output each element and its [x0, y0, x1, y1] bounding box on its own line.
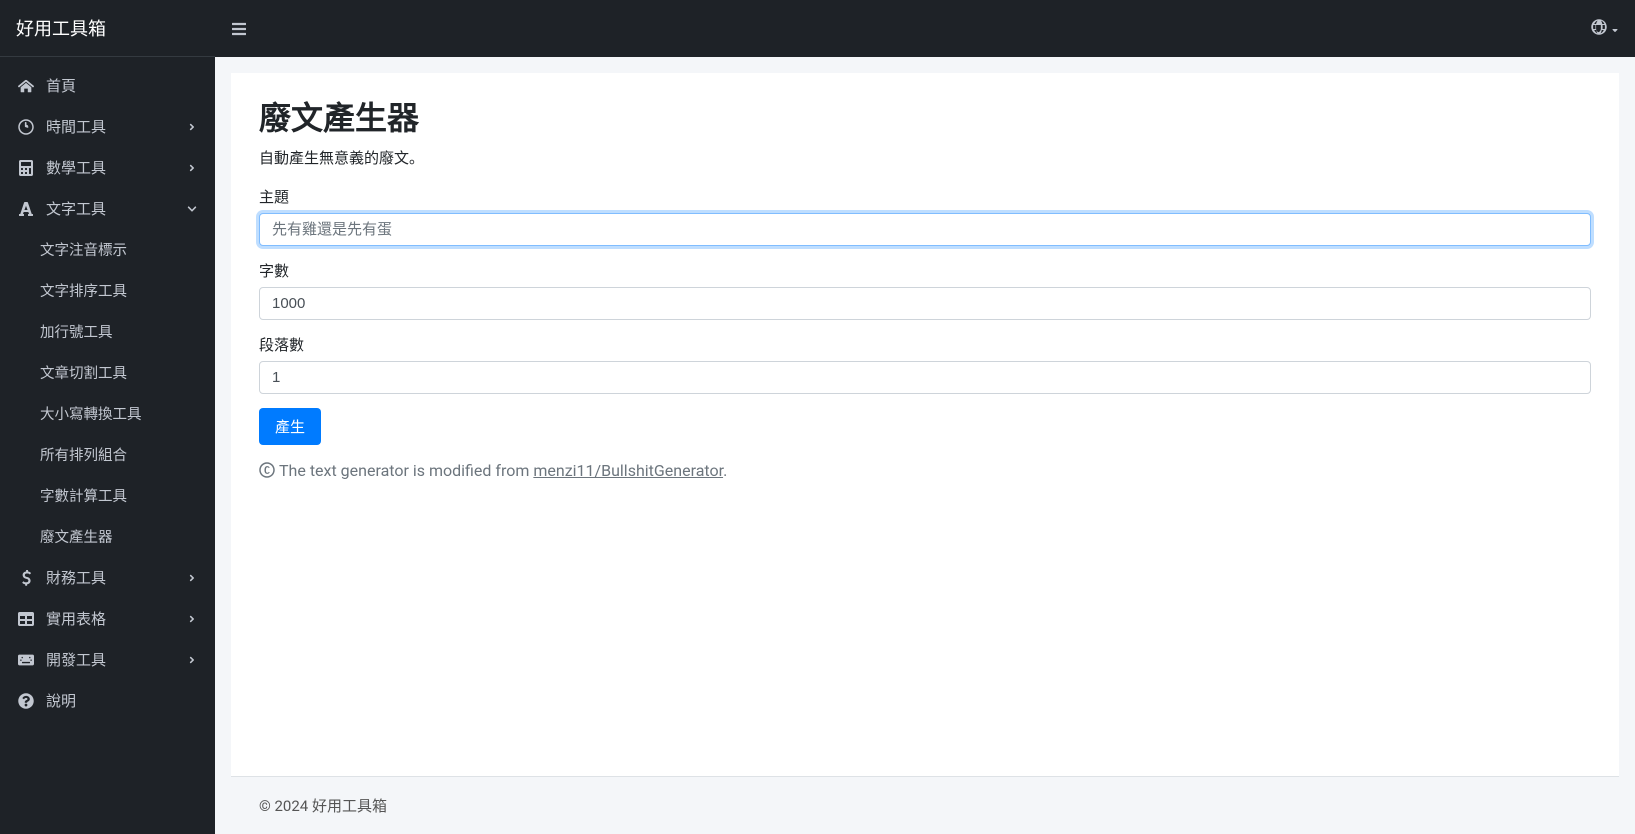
chevron-right-icon [187, 121, 199, 133]
sidebar-item-label: 大小寫轉換工具 [40, 403, 199, 424]
credit-prefix: The text generator is modified from [279, 461, 533, 480]
sidebar-item-label: 文字排序工具 [40, 280, 199, 301]
font-icon [16, 201, 36, 217]
globe-icon [1591, 19, 1607, 39]
sidebar-item-label: 實用表格 [46, 608, 187, 629]
keyboard-icon [16, 652, 36, 668]
sidebar-item-label: 所有排列組合 [40, 444, 199, 465]
sidebar-item-finance[interactable]: 財務工具 [0, 557, 215, 598]
sidebar-item-label: 字數計算工具 [40, 485, 199, 506]
wordcount-input[interactable] [259, 287, 1591, 320]
cc-icon [259, 462, 275, 478]
footer: © 2024 好用工具箱 [231, 776, 1619, 834]
sidebar-item-home[interactable]: 首頁 [0, 65, 215, 106]
sidebar-nav: 首頁 時間工具 數學工具 文字工具 文字注音標示 文字排序工具 加行號工具 [0, 57, 215, 729]
sidebar-subitem-zhuyin[interactable]: 文字注音標示 [0, 229, 215, 270]
chevron-right-icon [187, 613, 199, 625]
sidebar-item-math[interactable]: 數學工具 [0, 147, 215, 188]
sidebar-item-label: 數學工具 [46, 157, 187, 178]
home-icon [16, 78, 36, 94]
sidebar-item-label: 廢文產生器 [40, 526, 199, 547]
chevron-right-icon [187, 162, 199, 174]
calculator-icon [16, 160, 36, 176]
sidebar-subitem-wordcount[interactable]: 字數計算工具 [0, 475, 215, 516]
brand-title[interactable]: 好用工具箱 [0, 0, 215, 57]
topic-input[interactable] [259, 213, 1591, 246]
chevron-right-icon [187, 654, 199, 666]
sidebar-subitem-bullshit[interactable]: 廢文產生器 [0, 516, 215, 557]
top-navbar [215, 0, 1635, 57]
sidebar-toggle-button[interactable] [231, 21, 247, 37]
credit-suffix: . [723, 461, 727, 480]
topic-label: 主題 [259, 186, 1591, 207]
sidebar-subitem-case[interactable]: 大小寫轉換工具 [0, 393, 215, 434]
sidebar-subitem-linenumber[interactable]: 加行號工具 [0, 311, 215, 352]
page-description: 自動產生無意義的廢文。 [259, 147, 1591, 168]
sidebar-item-tables[interactable]: 實用表格 [0, 598, 215, 639]
main-content: 廢文產生器 自動產生無意義的廢文。 主題 字數 段落數 產生 The text … [231, 73, 1619, 776]
sidebar: 好用工具箱 首頁 時間工具 數學工具 文字工具 文字注音標 [0, 0, 215, 834]
credit-text: The text generator is modified from menz… [259, 461, 1591, 480]
sidebar-subitem-split[interactable]: 文章切割工具 [0, 352, 215, 393]
sidebar-item-label: 加行號工具 [40, 321, 199, 342]
paragraphs-label: 段落數 [259, 334, 1591, 355]
footer-text: © 2024 好用工具箱 [259, 797, 387, 815]
sidebar-item-label: 財務工具 [46, 567, 187, 588]
sidebar-item-label: 文字工具 [46, 198, 187, 219]
credit-link[interactable]: menzi11/BullshitGenerator [533, 461, 723, 480]
wordcount-label: 字數 [259, 260, 1591, 281]
language-dropdown[interactable] [1591, 19, 1619, 39]
sidebar-text-submenu: 文字注音標示 文字排序工具 加行號工具 文章切割工具 大小寫轉換工具 所有排列組… [0, 229, 215, 557]
sidebar-item-dev[interactable]: 開發工具 [0, 639, 215, 680]
clock-icon [16, 119, 36, 135]
paragraphs-input[interactable] [259, 361, 1591, 394]
generate-button[interactable]: 產生 [259, 408, 321, 445]
chevron-down-icon [187, 203, 199, 215]
sidebar-item-label: 說明 [46, 690, 199, 711]
sidebar-item-time[interactable]: 時間工具 [0, 106, 215, 147]
sidebar-item-label: 文字注音標示 [40, 239, 199, 260]
sidebar-item-text[interactable]: 文字工具 [0, 188, 215, 229]
sidebar-item-label: 時間工具 [46, 116, 187, 137]
sidebar-item-help[interactable]: 說明 [0, 680, 215, 721]
chevron-right-icon [187, 572, 199, 584]
sidebar-subitem-sort[interactable]: 文字排序工具 [0, 270, 215, 311]
question-icon [16, 693, 36, 709]
dollar-icon [16, 570, 36, 586]
table-icon [16, 611, 36, 627]
page-title: 廢文產生器 [259, 93, 1591, 139]
sidebar-item-label: 文章切割工具 [40, 362, 199, 383]
sidebar-item-label: 開發工具 [46, 649, 187, 670]
caret-down-icon [1611, 19, 1619, 38]
sidebar-item-label: 首頁 [46, 75, 199, 96]
sidebar-subitem-permutation[interactable]: 所有排列組合 [0, 434, 215, 475]
